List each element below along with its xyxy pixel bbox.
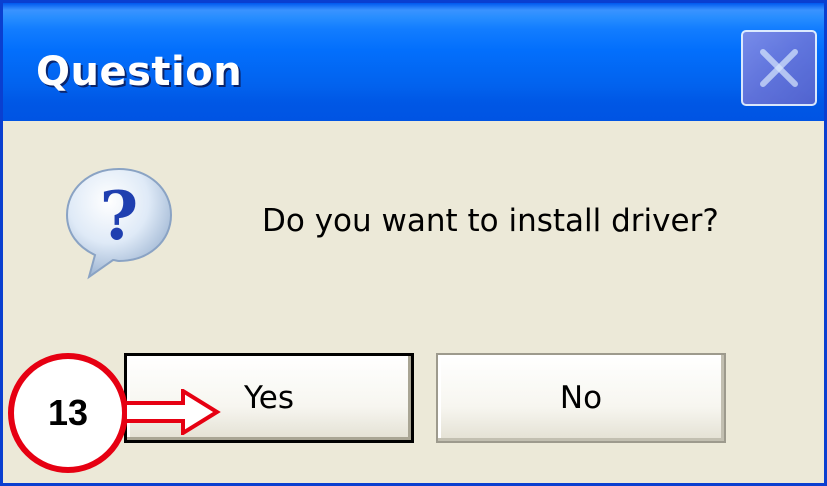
close-button[interactable] xyxy=(741,30,817,106)
close-icon xyxy=(760,49,798,87)
title-bar[interactable]: Question xyxy=(3,3,824,121)
no-button[interactable]: No xyxy=(436,353,726,443)
svg-text:?: ? xyxy=(100,177,139,255)
dialog-window: Question ? Do you want to install driver… xyxy=(0,0,827,486)
step-number: 13 xyxy=(47,392,89,433)
question-icon: ? xyxy=(65,167,173,280)
window-title: Question xyxy=(36,49,243,95)
step-callout-badge: 13 xyxy=(8,353,128,473)
arrow-right-icon xyxy=(123,389,221,435)
dialog-message: Do you want to install driver? xyxy=(262,203,719,239)
